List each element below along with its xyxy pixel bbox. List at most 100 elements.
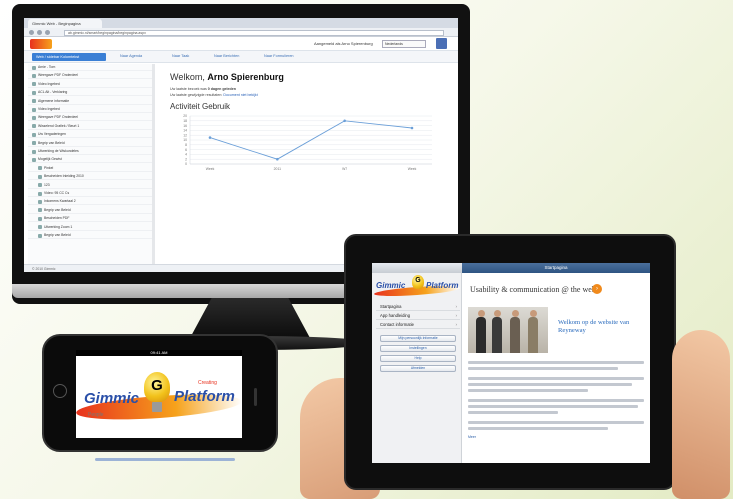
personal-info-button[interactable]: Mijn persoonlijk Informatie [380, 335, 456, 342]
tablet-screen: Startpagina Gimmic Platform G Startpagin… [372, 263, 650, 463]
sidebar-tree-item[interactable]: Video Ingebed [28, 106, 152, 113]
text-line [468, 399, 644, 402]
text-line [468, 427, 608, 430]
person-figure [510, 310, 520, 353]
settings-button[interactable]: Instellingen [380, 345, 456, 352]
sidebar-tree-item[interactable]: Begrip van Beleid [28, 207, 152, 214]
address-bar[interactable]: ab.gimmic.nl/smart/beginpagina/beginpagi… [64, 29, 444, 36]
sidebar-tree-item[interactable]: Weergave PDF Onderdeel [28, 72, 152, 80]
sidebar-tree-item[interactable]: Begrip van Beleid [28, 232, 152, 239]
sidebar-item-label: Bescheiden PDF [44, 216, 70, 221]
text-line [468, 383, 632, 386]
sidebar-tree-item[interactable]: Video: 95 CC Cs [28, 190, 152, 197]
document-icon [38, 216, 42, 221]
menu-label: Contact informatie [380, 322, 414, 327]
chevron-right-icon: › [455, 313, 458, 318]
document-icon [38, 174, 42, 179]
sidebar-tree-item[interactable]: Uw Vergaderingen [28, 131, 152, 139]
logo-letter: G [151, 377, 163, 394]
avatar[interactable] [436, 38, 447, 49]
help-button[interactable]: Help [380, 355, 456, 362]
sidebar-tree-item[interactable]: Bescheiden Inleiding 2010 [28, 173, 152, 181]
x-tick-label: W7 [342, 167, 347, 171]
x-tick-label: 2011 [274, 167, 281, 171]
forward-icon[interactable] [37, 30, 42, 35]
sidebar-tree-item[interactable]: Mogelijk Gewist [28, 156, 152, 164]
y-tick-label: 12 [183, 133, 187, 137]
language-select[interactable]: Nederlands [382, 39, 426, 48]
sidebar-item-label: Inkomens Kwartaal 2 [44, 199, 76, 204]
business-people-photo [468, 307, 548, 353]
sidebar-tree-item[interactable]: Pinkel [28, 165, 152, 172]
text-line [468, 377, 644, 380]
arrow-right-icon[interactable]: › [592, 284, 602, 294]
logout-button[interactable]: Afmelden [380, 365, 456, 372]
tablet-menu-app-handleiding[interactable]: App handleiding › [376, 312, 460, 320]
tablet-title-bar: Startpagina [372, 263, 650, 273]
person-figure [528, 310, 538, 353]
sidebar-tree-item[interactable]: Inkomens Kwartaal 2 [28, 198, 152, 206]
text-line [468, 411, 558, 414]
tablet-menu-startpagina[interactable]: Startpagina › [376, 303, 460, 311]
logo-tagline-right: Creating [198, 380, 217, 386]
toolbar-messages-link[interactable]: Naar Berichten [214, 54, 239, 58]
sidebar-tree: Arnie - Tom Weergave PDF Onderdeel Video I… [28, 64, 154, 264]
reload-icon[interactable] [45, 30, 50, 35]
tablet-logo-word-platform: Platform [426, 281, 459, 290]
sidebar-tree-item[interactable]: Bescheiden PDF [28, 215, 152, 223]
sidebar-item-label: ACL Alt - Verklaring [38, 90, 68, 95]
sidebar-tree-item[interactable]: Arnie - Tom [28, 64, 152, 71]
document-icon [32, 115, 36, 120]
document-link[interactable]: Document niet bekijkt [223, 93, 257, 97]
sidebar-item-label: Weergave PDF Onderdeel [38, 115, 78, 120]
logo-word-platform: Platform [174, 388, 235, 405]
browser-tab-strip: Gimmic Web - Beginpagina [24, 18, 458, 28]
sidebar-item-label: Algemene informatie [38, 98, 70, 103]
sidebar-tree-item[interactable]: Uitwerking Zoom 1 [28, 224, 152, 231]
gimmic-logo[interactable] [30, 39, 52, 49]
chart-title: Activiteit Gebruik [170, 102, 231, 111]
data-point [208, 136, 212, 139]
document-icon [38, 199, 42, 204]
back-icon[interactable] [29, 30, 34, 35]
tablet-menu-contact[interactable]: Contact informatie › [376, 321, 460, 329]
document-icon [32, 141, 36, 146]
toolbar-agenda-link[interactable]: Naar Agenda [120, 54, 142, 58]
sidebar-tree-item[interactable]: 123 [28, 182, 152, 189]
last-changes-line: Uw laatste gewijzigde resultaten: Docume… [170, 93, 258, 97]
text-line [468, 389, 588, 392]
sidebar-toggle-button[interactable]: Web / sidebar Kolomtekst [32, 53, 106, 61]
sidebar-tree-item[interactable]: Video Ingebed [28, 81, 152, 88]
y-tick-label: 16 [183, 124, 187, 128]
y-tick-label: 10 [183, 138, 187, 142]
phone-shadow [95, 458, 235, 461]
sidebar-item-label: Begrip van Beleid [38, 140, 65, 145]
sidebar-tree-item[interactable]: Wisselend Grafiek / Beurt 1 [28, 123, 152, 130]
sidebar-tree-item[interactable]: Algemene informatie [28, 98, 152, 105]
text-line [468, 405, 638, 408]
y-tick-label: 4 [185, 153, 187, 157]
text-line [468, 421, 644, 424]
browser-tab[interactable]: Gimmic Web - Beginpagina [28, 19, 102, 28]
chevron-right-icon: › [455, 322, 458, 327]
menu-label: App handleiding [380, 313, 411, 318]
document-icon [32, 124, 36, 129]
y-tick-label: 0 [185, 162, 187, 166]
sidebar-tree-item[interactable]: Begrip van Beleid [28, 140, 152, 147]
sidebar-item-label: Arnie - Tom [38, 65, 56, 69]
sidebar-tree-item[interactable]: Uitwerking de Wiskundeles [28, 148, 152, 155]
home-button[interactable] [53, 384, 67, 398]
sidebar-tree-item[interactable]: Weergave PDF Onderdeel [28, 114, 152, 122]
x-tick-label: Week [408, 167, 417, 171]
welcome-prefix: Welkom, [170, 72, 208, 82]
activity-chart: 02468101214161820 Week 2011 W7 Week [183, 114, 432, 171]
toolbar-forms-link[interactable]: Naar Formulieren [264, 54, 294, 58]
sidebar-item-label: Pinkel [44, 165, 54, 170]
toolbar-task-link[interactable]: Naar Taak [172, 54, 189, 58]
sidebar-scrollbar[interactable] [152, 64, 155, 264]
more-link[interactable]: Meer [468, 435, 476, 439]
last-visit-value: 0 dagen geleden [207, 87, 236, 91]
browser-toolbar: ab.gimmic.nl/smart/beginpagina/beginpagi… [24, 28, 458, 37]
tablet-welcome-text: Welkom op de website van Reyneway [558, 319, 630, 334]
sidebar-tree-item[interactable]: ACL Alt - Verklaring [28, 89, 152, 97]
